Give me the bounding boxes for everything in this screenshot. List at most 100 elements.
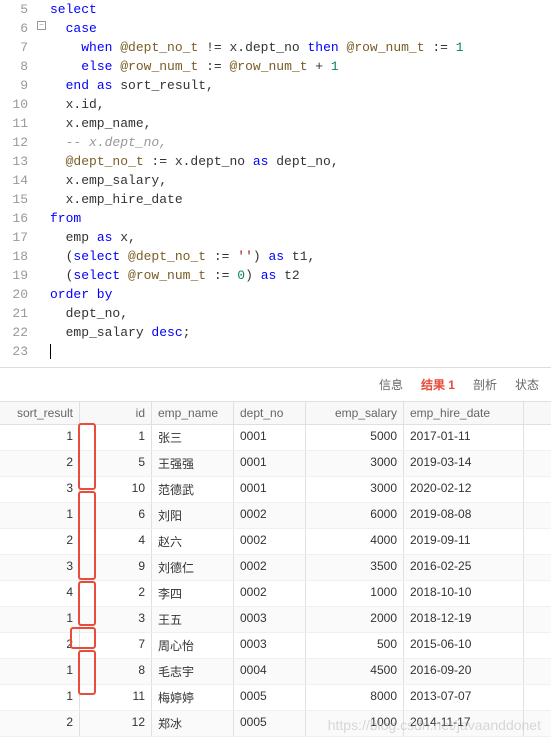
table-row[interactable]: 39刘德仁000235002016-02-25 (0, 555, 551, 581)
cell-name: 毛志宇 (152, 659, 234, 684)
code-line[interactable]: 6− case (0, 19, 551, 38)
col-emp-hire-date[interactable]: emp_hire_date (404, 402, 524, 424)
code-content[interactable]: (select @dept_no_t := '') as t1, (36, 247, 551, 266)
code-content[interactable]: x.emp_hire_date (36, 190, 551, 209)
code-content[interactable]: end as sort_result, (36, 76, 551, 95)
cell-dept: 0001 (234, 451, 306, 476)
table-row[interactable]: 11张三000150002017-01-11 (0, 425, 551, 451)
cell-name: 赵六 (152, 529, 234, 554)
col-sort-result[interactable]: sort_result (0, 402, 80, 424)
cell-sort: 4 (0, 581, 80, 606)
code-content[interactable]: -- x.dept_no, (36, 133, 551, 152)
cell-sort: 3 (0, 477, 80, 502)
code-content[interactable]: else @row_num_t := @row_num_t + 1 (36, 57, 551, 76)
cell-name: 刘德仁 (152, 555, 234, 580)
code-line[interactable]: 9 end as sort_result, (0, 76, 551, 95)
code-line[interactable]: 21 dept_no, (0, 304, 551, 323)
code-content[interactable]: select (36, 0, 551, 19)
table-row[interactable]: 13王五000320002018-12-19 (0, 607, 551, 633)
cell-dept: 0001 (234, 425, 306, 450)
code-content[interactable]: dept_no, (36, 304, 551, 323)
code-line[interactable]: 10 x.id, (0, 95, 551, 114)
code-content[interactable]: from (36, 209, 551, 228)
line-number: 7 (0, 38, 36, 57)
tab-0[interactable]: 信息 (379, 376, 403, 393)
code-line[interactable]: 17 emp as x, (0, 228, 551, 247)
cell-sort: 2 (0, 711, 80, 736)
line-number: 16 (0, 209, 36, 228)
code-content[interactable]: case (36, 19, 551, 38)
result-tabs: 信息 结果 1 剖析 状态 (0, 367, 551, 401)
col-emp-salary[interactable]: emp_salary (306, 402, 404, 424)
code-editor[interactable]: 5select6− case7 when @dept_no_t != x.dep… (0, 0, 551, 361)
code-content[interactable]: when @dept_no_t != x.dept_no then @row_n… (36, 38, 551, 57)
col-emp-name[interactable]: emp_name (152, 402, 234, 424)
cell-name: 王五 (152, 607, 234, 632)
line-number: 17 (0, 228, 36, 247)
cell-date: 2016-09-20 (404, 659, 524, 684)
col-id[interactable]: id (80, 402, 152, 424)
line-number: 8 (0, 57, 36, 76)
cell-id: 10 (80, 477, 152, 502)
table-row[interactable]: 25王强强000130002019-03-14 (0, 451, 551, 477)
code-content[interactable]: emp as x, (36, 228, 551, 247)
cell-sal: 5000 (306, 425, 404, 450)
code-line[interactable]: 8 else @row_num_t := @row_num_t + 1 (0, 57, 551, 76)
code-line[interactable]: 12 -- x.dept_no, (0, 133, 551, 152)
table-row[interactable]: 310范德武000130002020-02-12 (0, 477, 551, 503)
cell-date: 2018-10-10 (404, 581, 524, 606)
fold-icon[interactable]: − (37, 21, 46, 30)
code-content[interactable]: x.emp_name, (36, 114, 551, 133)
cell-name: 王强强 (152, 451, 234, 476)
code-content[interactable]: emp_salary desc; (36, 323, 551, 342)
cell-dept: 0002 (234, 555, 306, 580)
watermark: https://blog.csdn.net/javaanddonet (328, 717, 541, 733)
cell-date: 2019-08-08 (404, 503, 524, 528)
cell-name: 李四 (152, 581, 234, 606)
code-line[interactable]: 7 when @dept_no_t != x.dept_no then @row… (0, 38, 551, 57)
code-content[interactable]: @dept_no_t := x.dept_no as dept_no, (36, 152, 551, 171)
code-line[interactable]: 22 emp_salary desc; (0, 323, 551, 342)
tab-3[interactable]: 状态 (515, 376, 539, 393)
table-row[interactable]: 111梅婷婷000580002013-07-07 (0, 685, 551, 711)
tab-2[interactable]: 剖析 (473, 376, 497, 393)
cell-sort: 1 (0, 659, 80, 684)
cell-sal: 1000 (306, 581, 404, 606)
cell-date: 2013-07-07 (404, 685, 524, 710)
code-line[interactable]: 13 @dept_no_t := x.dept_no as dept_no, (0, 152, 551, 171)
tab-1[interactable]: 结果 1 (421, 376, 455, 393)
code-line[interactable]: 23 (0, 342, 551, 361)
line-number: 11 (0, 114, 36, 133)
code-line[interactable]: 20order by (0, 285, 551, 304)
table-row[interactable]: 27周心怡00035002015-06-10 (0, 633, 551, 659)
table-row[interactable]: 24赵六000240002019-09-11 (0, 529, 551, 555)
cell-name: 郑冰 (152, 711, 234, 736)
code-line[interactable]: 11 x.emp_name, (0, 114, 551, 133)
code-line[interactable]: 16from (0, 209, 551, 228)
line-number: 18 (0, 247, 36, 266)
code-line[interactable]: 5select (0, 0, 551, 19)
table-row[interactable]: 16刘阳000260002019-08-08 (0, 503, 551, 529)
col-dept-no[interactable]: dept_no (234, 402, 306, 424)
cell-id: 3 (80, 607, 152, 632)
code-content[interactable]: (select @row_num_t := 0) as t2 (36, 266, 551, 285)
code-line[interactable]: 19 (select @row_num_t := 0) as t2 (0, 266, 551, 285)
code-line[interactable]: 15 x.emp_hire_date (0, 190, 551, 209)
code-content[interactable]: x.emp_salary, (36, 171, 551, 190)
code-content[interactable]: order by (36, 285, 551, 304)
table-row[interactable]: 18毛志宇000445002016-09-20 (0, 659, 551, 685)
table-row[interactable]: 42李四000210002018-10-10 (0, 581, 551, 607)
cell-date: 2020-02-12 (404, 477, 524, 502)
cell-sal: 4500 (306, 659, 404, 684)
cell-sort: 1 (0, 503, 80, 528)
line-number: 5 (0, 0, 36, 19)
line-number: 21 (0, 304, 36, 323)
line-number: 23 (0, 342, 36, 361)
cell-id: 5 (80, 451, 152, 476)
code-content[interactable] (36, 342, 551, 361)
code-line[interactable]: 18 (select @dept_no_t := '') as t1, (0, 247, 551, 266)
code-content[interactable]: x.id, (36, 95, 551, 114)
code-line[interactable]: 14 x.emp_salary, (0, 171, 551, 190)
cell-id: 8 (80, 659, 152, 684)
line-number: 20 (0, 285, 36, 304)
